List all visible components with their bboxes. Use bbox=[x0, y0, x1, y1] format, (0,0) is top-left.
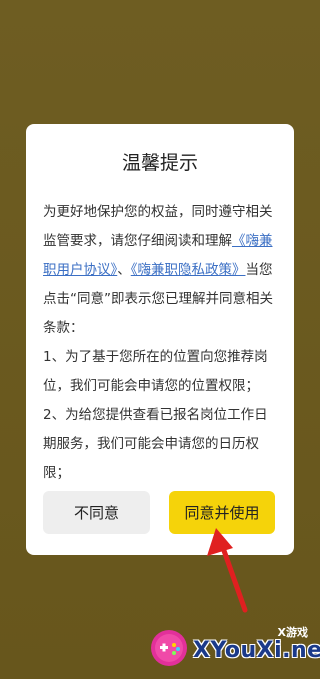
watermark-site-name: XYouXi.net bbox=[193, 638, 320, 663]
dialog-title: 温馨提示 bbox=[121, 152, 198, 174]
gamepad-icon bbox=[151, 630, 187, 666]
clause-location: 1、为了基于您所在的位置向您推荐岗位，我们可能会申请您的位置权限； bbox=[43, 349, 268, 394]
privacy-policy-link[interactable]: 《嗨兼职隐私政策》 bbox=[131, 262, 246, 278]
disagree-button[interactable]: 不同意 bbox=[43, 491, 150, 534]
separator: 、 bbox=[117, 262, 131, 278]
site-watermark: X游戏 XYouXi.net bbox=[145, 618, 320, 679]
clause-calendar: 2、为给您提供查看已报名岗位工作日期服务，我们可能会申请您的日历权限； bbox=[43, 407, 268, 481]
privacy-consent-dialog: 温馨提示 为更好地保护您的权益，同时遵守相关监管要求，请您仔细阅读和理解《嗨兼职… bbox=[26, 124, 294, 555]
dialog-body: 为更好地保护您的权益，同时遵守相关监管要求，请您仔细阅读和理解《嗨兼职用户协议》… bbox=[43, 198, 279, 488]
consent-paragraph: 为更好地保护您的权益，同时遵守相关监管要求，请您仔细阅读和理解《嗨兼职用户协议》… bbox=[43, 198, 279, 343]
agree-and-use-button[interactable]: 同意并使用 bbox=[169, 491, 275, 534]
